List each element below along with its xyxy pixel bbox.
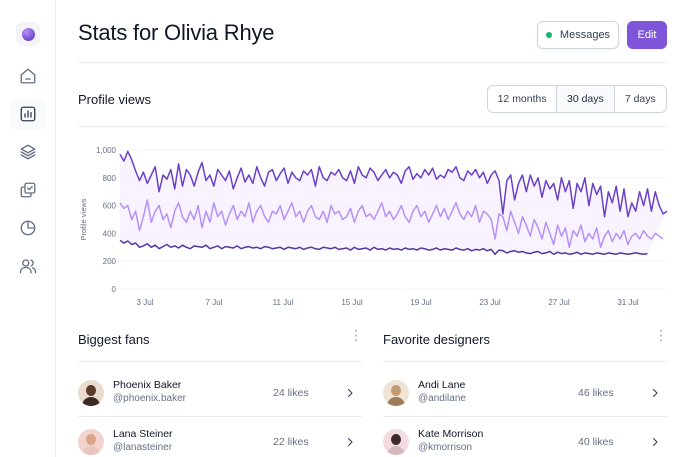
likes-count: 24 likes xyxy=(273,386,309,399)
person-name: Kate Morrison xyxy=(418,428,484,440)
person-handle: @phoenix.baker xyxy=(113,393,186,404)
y-tick-label: 1,000 xyxy=(96,146,117,155)
x-tick-label: 15 Jul xyxy=(341,298,363,307)
favorite-designers-title: Favorite designers xyxy=(383,332,490,347)
person-info: Phoenix Baker @phoenix.baker xyxy=(113,379,253,406)
list-item[interactable]: Phoenix Baker @phoenix.baker 24 likes xyxy=(78,368,356,417)
favorite-designers-divider xyxy=(383,361,667,362)
likes-count: 40 likes xyxy=(578,435,614,448)
person-handle: @lanasteiner xyxy=(113,442,173,453)
list-item[interactable]: Kate Morrison @kmorrison 40 likes xyxy=(383,417,661,457)
messages-button-label: Messages xyxy=(559,29,611,41)
sidebar-item-layers[interactable] xyxy=(10,136,46,168)
x-tick-label: 23 Jul xyxy=(479,298,501,307)
layers-icon xyxy=(20,144,36,160)
online-status-dot xyxy=(545,32,552,38)
date-range-selector: 12 months 30 days 7 days xyxy=(487,85,667,113)
list-item[interactable]: Andi Lane @andilane 46 likes xyxy=(383,368,661,417)
x-tick-label: 3 Jul xyxy=(137,298,154,307)
likes-count: 46 likes xyxy=(578,386,614,399)
person-info: Andi Lane @andilane xyxy=(418,379,558,406)
y-tick-label: 200 xyxy=(103,257,117,266)
person-info: Kate Morrison @kmorrison xyxy=(418,428,558,455)
profile-views-chart: 0 200 400 600 800 1,000 Profile views 3 Jul 7 Ju… xyxy=(79,146,668,307)
chevron-right-icon[interactable] xyxy=(649,387,661,399)
sidebar xyxy=(0,0,56,457)
chevron-right-icon[interactable] xyxy=(649,436,661,448)
person-name: Lana Steiner xyxy=(113,428,173,440)
y-tick-label: 600 xyxy=(103,202,117,211)
biggest-fans-divider xyxy=(78,361,362,362)
chevron-right-icon[interactable] xyxy=(344,387,356,399)
y-tick-label: 0 xyxy=(112,285,117,294)
sidebar-item-home[interactable] xyxy=(10,60,46,92)
x-tick-label: 19 Jul xyxy=(410,298,432,307)
range-option-7-days[interactable]: 7 days xyxy=(615,86,666,112)
x-tick-label: 11 Jul xyxy=(273,298,294,307)
bar-chart-icon xyxy=(20,106,36,122)
chevron-right-icon[interactable] xyxy=(344,436,356,448)
person-name: Andi Lane xyxy=(418,379,466,391)
person-handle: @kmorrison xyxy=(418,442,473,453)
home-icon xyxy=(20,68,36,84)
x-tick-label: 31 Jul xyxy=(617,298,639,307)
page-title: Stats for Olivia Rhye xyxy=(78,20,275,45)
edit-button-label: Edit xyxy=(637,29,657,41)
logo-mark xyxy=(21,27,35,41)
avatar xyxy=(383,428,409,455)
list-item[interactable]: Lana Steiner @lanasteiner 22 likes xyxy=(78,417,356,457)
sidebar-item-reports[interactable] xyxy=(10,212,46,244)
range-option-12-months[interactable]: 12 months xyxy=(488,86,558,112)
messages-button[interactable]: Messages xyxy=(537,21,619,49)
users-icon xyxy=(19,259,37,274)
range-option-30-days[interactable]: 30 days xyxy=(557,86,615,112)
avatar xyxy=(78,379,104,406)
favorite-designers-menu-icon[interactable]: ⋮ xyxy=(654,328,668,342)
check-squares-icon xyxy=(20,182,36,198)
sidebar-item-tasks[interactable] xyxy=(10,174,46,206)
logo[interactable] xyxy=(16,22,40,46)
avatar xyxy=(78,428,104,455)
likes-count: 22 likes xyxy=(273,435,309,448)
x-tick-label: 27 Jul xyxy=(548,298,570,307)
biggest-fans-title: Biggest fans xyxy=(78,332,150,347)
header-divider xyxy=(78,62,667,63)
edit-button[interactable]: Edit xyxy=(627,21,667,49)
person-name: Phoenix Baker xyxy=(113,379,182,391)
sidebar-item-stats[interactable] xyxy=(10,98,46,130)
y-tick-label: 400 xyxy=(103,229,117,238)
sidebar-item-users[interactable] xyxy=(10,250,46,282)
y-tick-label: 800 xyxy=(103,174,117,183)
x-tick-label: 7 Jul xyxy=(206,298,223,307)
biggest-fans-menu-icon[interactable]: ⋮ xyxy=(349,328,363,342)
y-axis-label: Profile views xyxy=(79,198,88,240)
person-handle: @andilane xyxy=(418,393,466,404)
avatar xyxy=(383,379,409,406)
person-info: Lana Steiner @lanasteiner xyxy=(113,428,253,455)
section-divider xyxy=(78,126,667,127)
pie-chart-icon xyxy=(20,220,36,236)
profile-views-title: Profile views xyxy=(78,92,151,107)
